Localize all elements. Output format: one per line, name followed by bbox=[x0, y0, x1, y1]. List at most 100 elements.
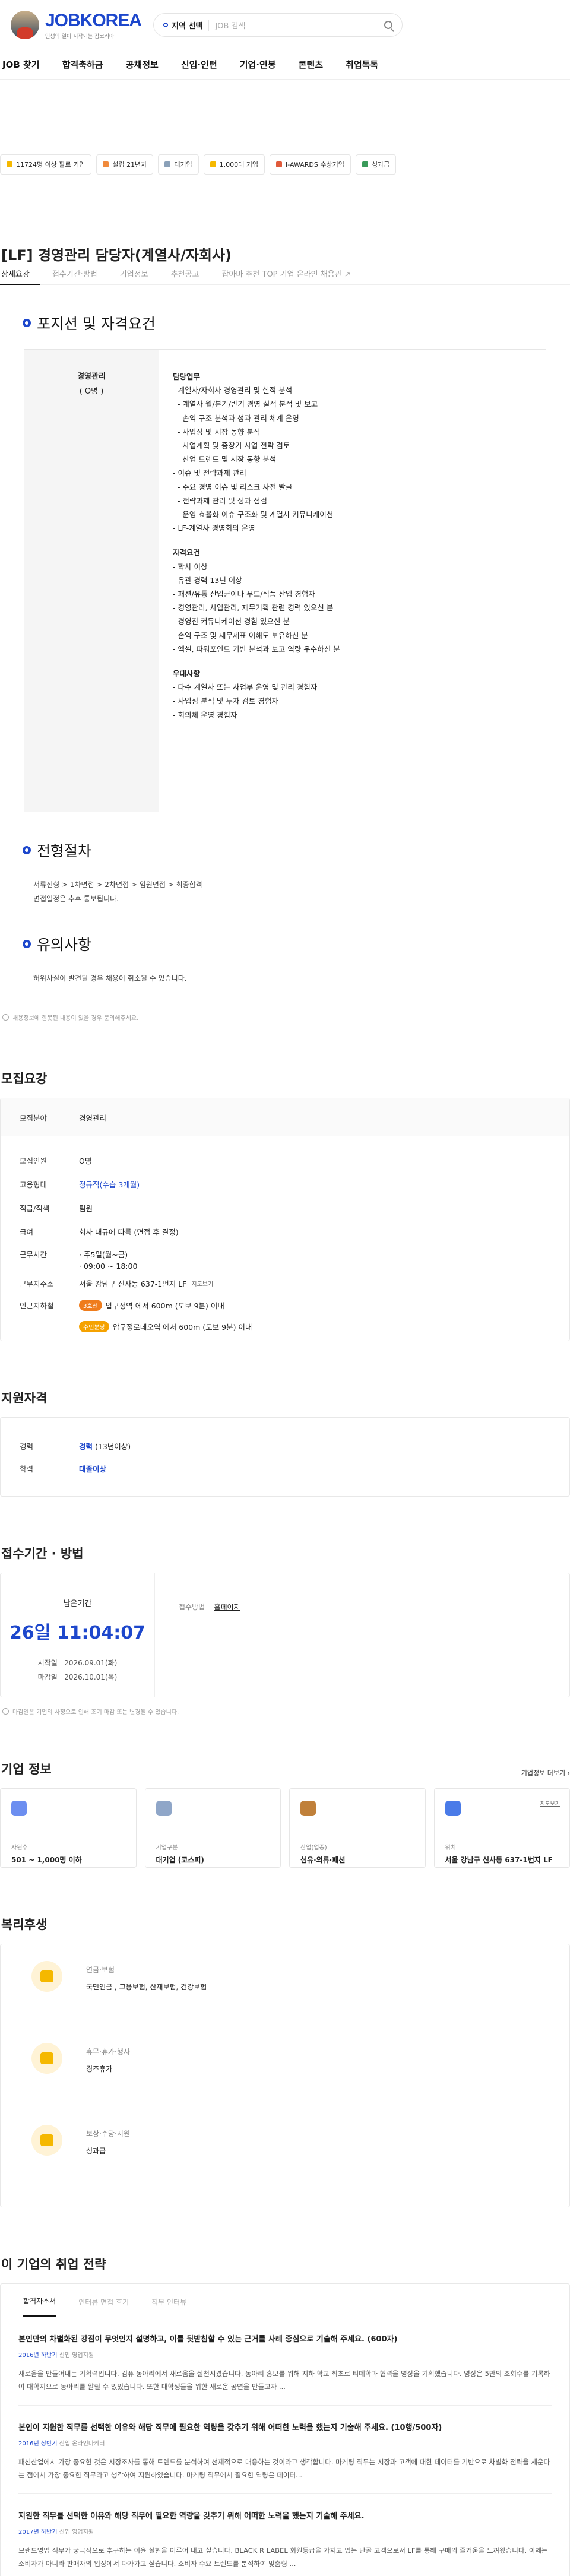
qualification-box: 경력 경력 (13년이상) 학력 대졸이상 bbox=[0, 1417, 570, 1497]
bullet-icon bbox=[23, 319, 31, 327]
cover-letter-item[interactable]: 본인이 지원한 직무를 선택한 이유와 해당 직무에 필요한 역량을 갖추기 위… bbox=[18, 2406, 552, 2494]
row-value: 정규직(수습 3개월) bbox=[79, 1180, 140, 1189]
strategy-heading: 이 기업의 취업 전략 bbox=[1, 2257, 106, 2271]
company-more-link[interactable]: 기업정보 더보기 › bbox=[521, 1768, 570, 1777]
type: 신입 bbox=[59, 2352, 71, 2359]
search-icon[interactable] bbox=[384, 21, 393, 29]
benefit-item: 휴무·휴가·행사 경조휴가 bbox=[31, 2043, 569, 2125]
card-label: 사원수 bbox=[11, 1845, 28, 1851]
list-item: - 엑셀, 파워포인트 기반 분석과 보고 역량 우수하신 분 bbox=[173, 644, 340, 654]
position-name: 경영관리 bbox=[77, 372, 106, 381]
recruit-row: 직급/직책 팀원 bbox=[1, 1196, 569, 1219]
company-info-card: 산업(업종) 섬유·의류·패션 bbox=[289, 1788, 426, 1868]
meta: 2016년 상반기 신입 온라인마케터 bbox=[18, 2438, 552, 2447]
list-heading: 담당업무 bbox=[173, 372, 201, 381]
company-info-card: 사원수 501 ~ 1,000명 이하 bbox=[0, 1788, 137, 1868]
recruit-heading: 모집요강 bbox=[1, 1072, 48, 1086]
map-link[interactable]: 지도보기 bbox=[540, 1799, 560, 1807]
row-value: 회사 내규에 따름 (면접 후 결정) bbox=[79, 1227, 179, 1237]
card-value: 섬유·의류·패션 bbox=[300, 1856, 346, 1864]
qual-row: 학력 대졸이상 bbox=[20, 1464, 107, 1474]
recruit-box: 모집분야 경영관리 모집인원 O명 고용형태 정규직(수습 3개월) 직급/직책 팀원 급여 회사… bbox=[0, 1098, 570, 1341]
briefcase-icon bbox=[300, 1801, 316, 1816]
nav-item[interactable]: 합격축하금 bbox=[62, 58, 103, 71]
badge-icon bbox=[362, 161, 368, 167]
answer: 브랜드영업 직무가 궁극적으로 추구하는 이윤 실현을 이루어 내고 싶습니다.… bbox=[18, 2546, 548, 2568]
recruit-row: 고용형태 정규직(수습 3개월) bbox=[1, 1172, 569, 1196]
card-value: 501 ~ 1,000명 이하 bbox=[11, 1856, 82, 1864]
subway-bundang-badge: 수인분당 bbox=[79, 1320, 109, 1332]
tab-detail[interactable]: 상세요강 bbox=[0, 268, 40, 285]
answer: 패션산업에서 가장 중요한 것은 시장조사를 통해 트렌드를 분석하여 선제적으… bbox=[18, 2458, 550, 2479]
cover-letter-item[interactable]: 본인만의 차별화된 강점이 무엇인지 설명하고, 이를 뒷받침할 수 있는 근거… bbox=[18, 2317, 552, 2406]
tab-job-interview[interactable]: 직무 인터뷰 bbox=[151, 2297, 186, 2317]
row-label: 직급/직책 bbox=[20, 1203, 50, 1213]
list-item: - 전략과제 관리 및 성과 점검 bbox=[173, 496, 267, 505]
list-item: - 이슈 및 전략과제 관리 bbox=[173, 468, 246, 478]
company-info-card: 지도보기 위치 서울 강남구 신사동 637-1번지 LF bbox=[433, 1788, 570, 1868]
type: 신입 bbox=[59, 2529, 71, 2536]
role: 영업지원 bbox=[72, 2529, 94, 2536]
bullet-icon bbox=[23, 846, 31, 854]
list-item: - 운영 효율화 이슈 구조화 및 계열사 커뮤니케이션 bbox=[173, 510, 334, 519]
row-value: · 주5일(월~금) bbox=[79, 1250, 128, 1259]
subway-line-3-badge: 3호선 bbox=[79, 1299, 102, 1311]
list-item: - 계열사/자회사 경영관리 및 실적 분석 bbox=[173, 386, 293, 395]
question: 본인만의 차별화된 강점이 무엇인지 설명하고, 이를 뒷받침할 수 있는 근거… bbox=[18, 2335, 398, 2344]
nav-item[interactable]: 공채정보 bbox=[126, 58, 159, 71]
benefit-category: 연금·보험 bbox=[86, 1966, 115, 1974]
meta: 2016년 하반기 신입 영업지원 bbox=[18, 2350, 552, 2359]
section-heading: 전형절차 bbox=[0, 839, 570, 861]
countdown: 26일 11:04:07 bbox=[9, 1623, 146, 1643]
info-icon bbox=[2, 1708, 9, 1715]
recruit-row: 모집분야 경영관리 bbox=[1, 1098, 569, 1136]
row-value: 압구정역 에서 600m (도보 9분) 이내 bbox=[105, 1301, 224, 1310]
nav-item[interactable]: 콘텐츠 bbox=[299, 58, 323, 71]
tab-apply[interactable]: 접수기간·방법 bbox=[51, 268, 108, 284]
row-label: 모집분야 bbox=[20, 1113, 48, 1123]
benefit-item: 보상·수당·지원 성과급 bbox=[31, 2125, 569, 2207]
pension-icon bbox=[31, 1961, 62, 1992]
recruit-row: 인근지하철 3호선 압구정역 에서 600m (도보 9분) 이내 bbox=[1, 1294, 569, 1316]
logo-text: JOBKOREA bbox=[45, 10, 142, 30]
money-bag-icon bbox=[31, 2125, 62, 2156]
tab-interview-review[interactable]: 인터뷰 면접 후기 bbox=[78, 2297, 129, 2317]
search-input[interactable]: JOB 검색 bbox=[215, 20, 378, 31]
badge-icon bbox=[164, 161, 171, 167]
logo[interactable]: JOBKOREA 인생의 일이 시작되는 잡코리아 bbox=[11, 10, 142, 40]
question: 지원한 직무를 선택한 이유와 해당 직무에 필요한 역량을 갖추기 위해 어떠… bbox=[18, 2512, 365, 2521]
tab-cover-letter[interactable]: 합격자소서 bbox=[23, 2296, 56, 2317]
map-link[interactable]: 지도보기 bbox=[191, 1279, 213, 1288]
row-label: 인근지하철 bbox=[20, 1301, 54, 1310]
year: 2017년 하반기 bbox=[18, 2529, 58, 2536]
list-item: - 유관 경력 13년 이상 bbox=[173, 575, 242, 585]
badge: 설립 21년차 bbox=[96, 154, 154, 175]
tab-recommend[interactable]: 추천공고 bbox=[170, 268, 210, 284]
cover-letter-item[interactable]: 지원한 직무를 선택한 이유와 해당 직무에 필요한 역량을 갖추기 위해 어떠… bbox=[18, 2494, 552, 2576]
nav-item[interactable]: JOB 찾기 bbox=[2, 58, 40, 71]
answer: 새로움을 만들어내는 기획력입니다. 컴퓨 동아리에서 새로움을 실천시켰습니다… bbox=[18, 2369, 550, 2391]
benefit-category: 휴무·휴가·행사 bbox=[86, 2048, 130, 2056]
year: 2016년 하반기 bbox=[18, 2352, 58, 2359]
strategy-box: 합격자소서 인터뷰 면접 후기 직무 인터뷰 본인만의 차별화된 강점이 무엇인지 … bbox=[0, 2283, 570, 2576]
tab-top-company[interactable]: 잡아바 추천 TOP 기업 온라인 채용관 ↗ bbox=[220, 268, 361, 284]
qual-row: 경력 경력 (13년이상) bbox=[20, 1441, 131, 1451]
badge-icon bbox=[7, 161, 12, 167]
tab-company[interactable]: 기업정보 bbox=[119, 268, 159, 284]
benefit-item: 연금·보험 국민연금 , 고용보험, 산재보험, 건강보험 bbox=[31, 1961, 569, 2043]
report-note[interactable]: 채용정보에 잘못된 내용이 있을 경우 문의해주세요. bbox=[2, 1013, 570, 1022]
recruit-row: 수인분당 압구정로데오역 에서 600m (도보 9분) 이내 bbox=[1, 1316, 569, 1337]
company-badges: 11724명 이상 팔로 기업 설립 21년차 대기업 1,000대 기업 I-… bbox=[0, 154, 570, 175]
search-bar: 지역 선택 JOB 검색 bbox=[153, 13, 403, 37]
badge: 1,000대 기업 bbox=[203, 154, 265, 175]
bullet-icon bbox=[23, 940, 31, 948]
recruit-row: · 09:00 ~ 18:00 bbox=[1, 1260, 569, 1272]
nav-item[interactable]: 기업·연봉 bbox=[240, 58, 276, 71]
homepage-link[interactable]: 홈페이지 bbox=[214, 1603, 240, 1611]
nav-item[interactable]: 신입·인턴 bbox=[181, 58, 217, 71]
apply-heading: 접수기간 · 방법 bbox=[1, 1547, 84, 1561]
row-label: 근무시간 bbox=[20, 1250, 48, 1259]
location-select[interactable]: 지역 선택 bbox=[163, 19, 210, 31]
nav-item[interactable]: 취업톡톡 bbox=[346, 58, 378, 71]
card-label: 기업구분 bbox=[156, 1845, 178, 1851]
